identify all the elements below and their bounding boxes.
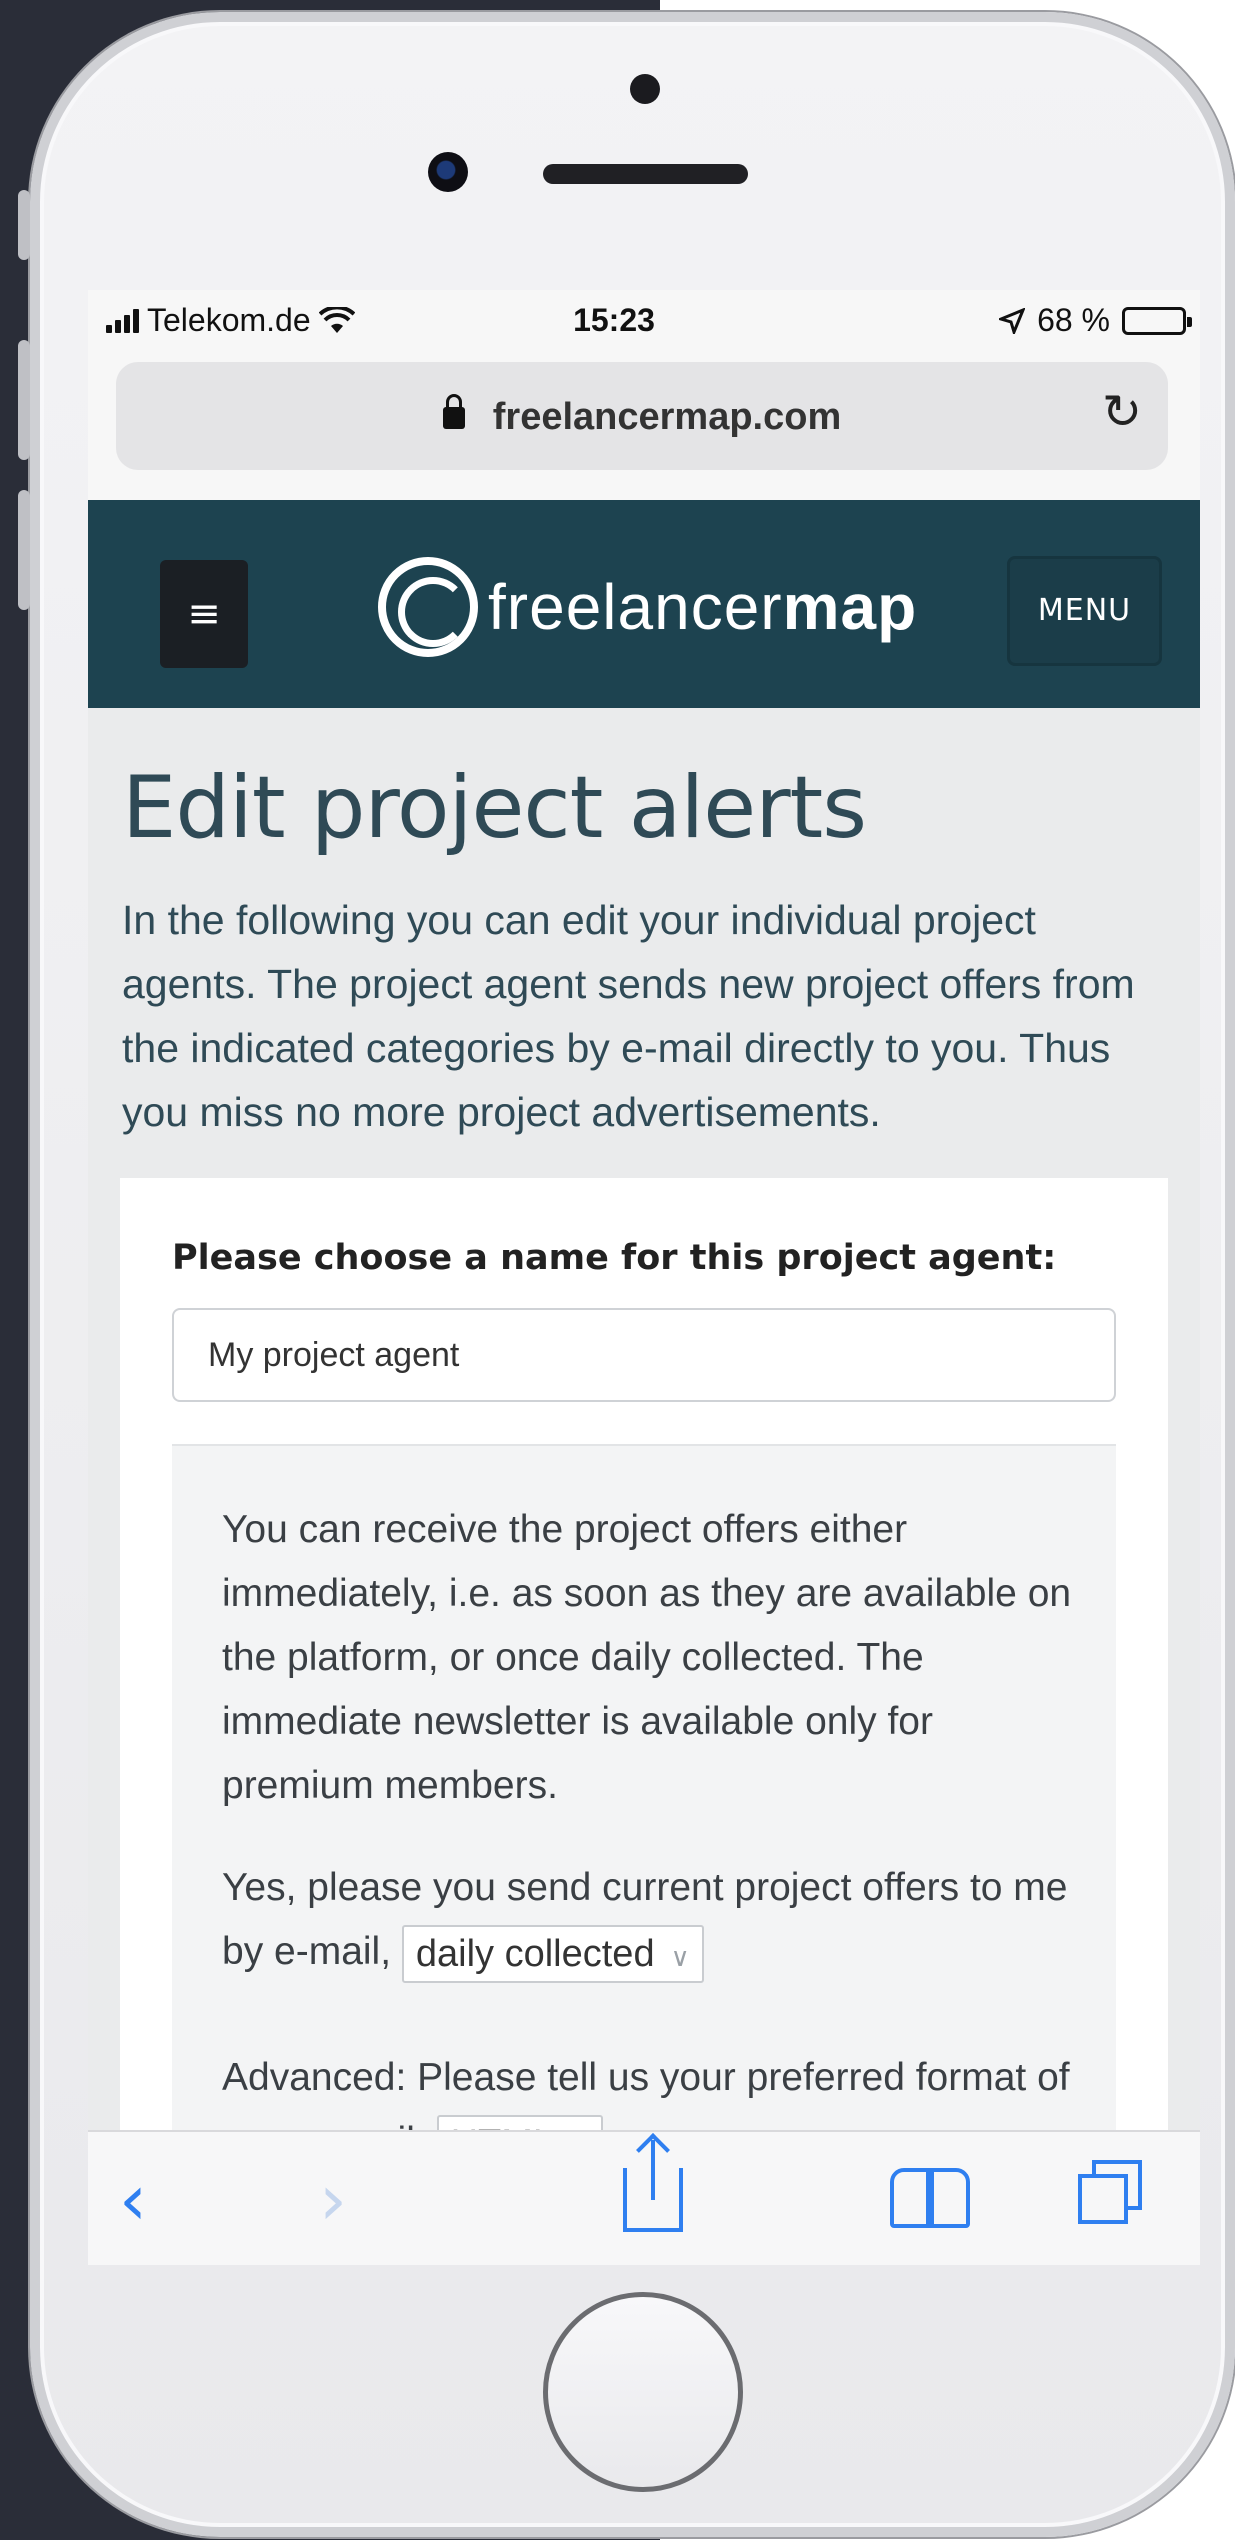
battery-percent: 68 % [1037, 302, 1110, 338]
freelancermap-logo[interactable]: freelancermap [378, 552, 917, 662]
front-camera [428, 152, 468, 192]
frequency-select[interactable]: daily collected ∨ [401, 1924, 704, 1983]
intro-text: In the following you can edit your indiv… [122, 897, 1135, 1135]
tabs-icon[interactable] [1078, 2160, 1142, 2224]
logo-text: freelancermap [488, 571, 918, 643]
agent-name-label: Please choose a name for this project ag… [172, 1238, 1057, 1278]
menu-button[interactable]: MENU [1007, 556, 1162, 666]
location-arrow-icon [999, 307, 1026, 334]
status-bar: Telekom.de 15:23 68 % [88, 290, 1200, 352]
back-arrow-icon[interactable]: ‹ [88, 2160, 178, 2240]
browser-toolbar: ‹ › [88, 2130, 1200, 2265]
frequency-row: Yes, please you send current project off… [222, 1856, 1092, 1984]
battery-icon [1122, 306, 1192, 335]
forward-arrow-icon[interactable]: › [288, 2160, 378, 2240]
phone-screen: Telekom.de 15:23 68 % freelancermap.com … [88, 290, 1200, 2265]
lock-icon [442, 394, 465, 429]
frequency-selected: daily collected [415, 1932, 655, 1975]
site-header: ≡ freelancermap MENU [88, 500, 1200, 708]
agent-name-input[interactable] [172, 1308, 1116, 1402]
proximity-sensor [630, 74, 660, 104]
earpiece-speaker [543, 164, 748, 184]
hamburger-menu-button[interactable]: ≡ [160, 560, 248, 668]
volume-down-button [18, 490, 30, 610]
delivery-info-text: You can receive the project offers eithe… [222, 1508, 1072, 1807]
home-button[interactable] [543, 2292, 743, 2492]
page-title: Edit project alerts [122, 758, 867, 858]
logo-globe-icon [378, 557, 478, 657]
browser-address-area: freelancermap.com ↻ [88, 352, 1200, 500]
volume-up-button [18, 340, 30, 460]
address-bar[interactable]: freelancermap.com ↻ [116, 362, 1168, 470]
share-icon[interactable] [623, 2140, 683, 2232]
agent-form-card: Please choose a name for this project ag… [120, 1178, 1168, 2265]
bookmarks-icon[interactable] [890, 2168, 970, 2228]
page-content: Edit project alerts In the following you… [88, 708, 1200, 2265]
chevron-down-icon: ∨ [670, 1941, 690, 1972]
reload-icon[interactable]: ↻ [1102, 388, 1142, 436]
url-text: freelancermap.com [492, 396, 842, 438]
mute-switch [18, 190, 30, 260]
